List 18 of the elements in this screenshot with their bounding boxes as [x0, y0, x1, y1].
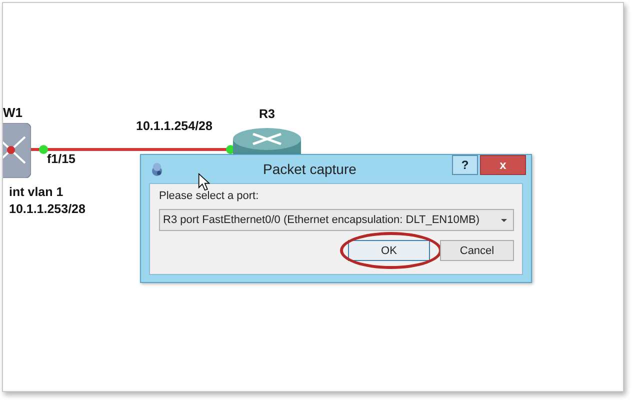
node-label: W1 — [3, 105, 22, 120]
dropdown-value: R3 port FastEthernet0/0 (Ethernet encapsulation: DLT_EN10MB) — [163, 214, 480, 226]
port-dot — [39, 145, 48, 154]
node-label: R3 — [259, 107, 275, 121]
cancel-button[interactable]: Cancel — [440, 240, 514, 261]
interface-note: 10.1.1.253/28 — [9, 202, 86, 216]
caret-icon — [501, 218, 507, 222]
ok-button[interactable]: OK — [348, 240, 430, 261]
help-button[interactable]: ? — [452, 155, 478, 175]
app-icon — [151, 162, 163, 178]
cursor-icon — [198, 173, 210, 191]
prompt-label: Please select a port: — [159, 190, 260, 202]
port-label: f1/15 — [47, 152, 76, 166]
port-label: 10.1.1.254/28 — [136, 119, 212, 133]
port-dropdown[interactable]: R3 port FastEthernet0/0 (Ethernet encapsulation: DLT_EN10MB) — [159, 209, 514, 231]
close-button[interactable]: x — [480, 155, 526, 175]
interface-note: int vlan 1 — [9, 185, 64, 199]
window-title: Packet capture — [263, 161, 356, 177]
